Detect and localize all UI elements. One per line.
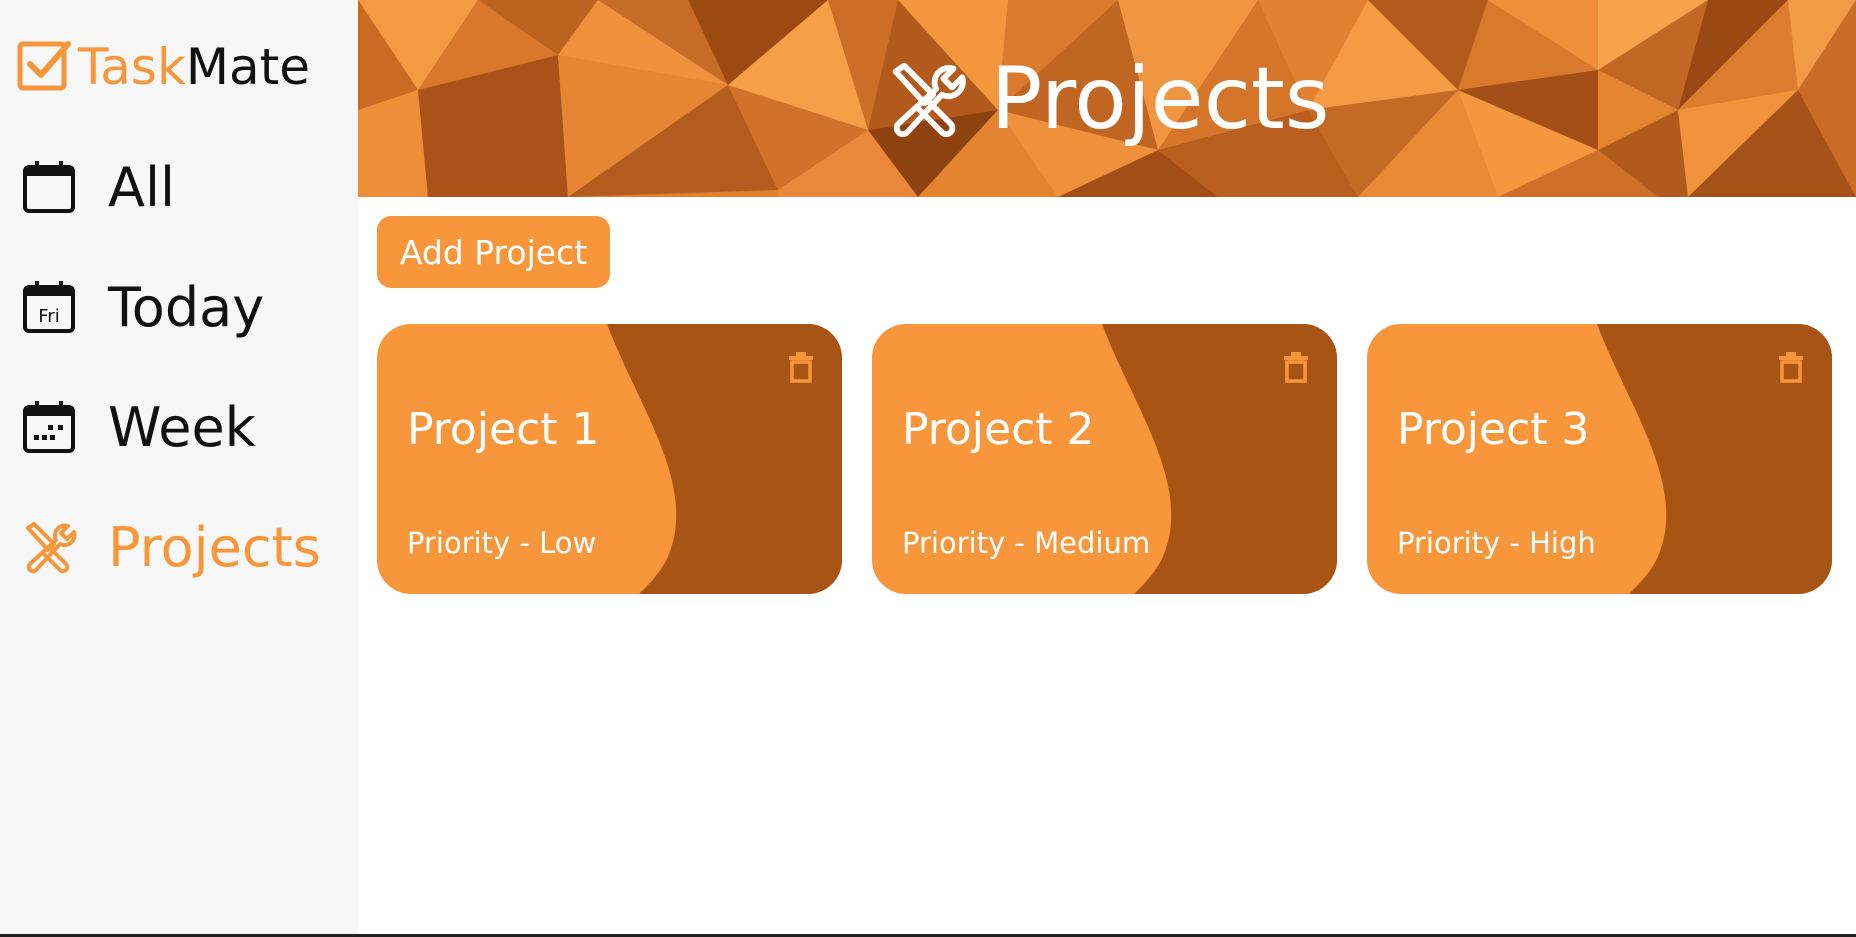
project-card[interactable]: Project 3 Priority - High: [1367, 324, 1832, 594]
sidebar-item-label: Week: [108, 395, 256, 459]
calendar-week-icon: [20, 398, 78, 456]
page-title-text: Projects: [990, 48, 1330, 149]
sidebar-item-label: All: [108, 155, 175, 219]
trash-icon[interactable]: [1281, 350, 1311, 384]
project-card[interactable]: Project 1 Priority - Low: [377, 324, 842, 594]
project-priority: Priority - Medium: [902, 526, 1151, 560]
sidebar-item-projects[interactable]: Projects: [20, 512, 350, 582]
project-title: Project 1: [407, 404, 600, 455]
trash-icon[interactable]: [1776, 350, 1806, 384]
project-priority: Priority - Low: [407, 526, 597, 560]
sidebar-item-label: Projects: [108, 515, 321, 579]
tools-icon: [893, 62, 967, 137]
project-title: Project 3: [1397, 404, 1590, 455]
project-card[interactable]: Project 2 Priority - Medium: [872, 324, 1337, 594]
sidebar: TaskMate All Fri Today Week Projects: [0, 0, 358, 937]
calendar-day-icon: Fri: [20, 278, 78, 336]
sidebar-item-today[interactable]: Fri Today: [20, 272, 350, 342]
project-priority: Priority - High: [1397, 526, 1596, 560]
trash-icon[interactable]: [786, 350, 816, 384]
page-header-banner: Projects: [358, 0, 1856, 197]
calendar-icon: [20, 158, 78, 216]
app-logo[interactable]: TaskMate: [16, 38, 310, 96]
project-title: Project 2: [902, 404, 1095, 455]
tools-icon: [20, 518, 78, 576]
calendar-day-text: Fri: [38, 306, 59, 327]
checkbox-logo-icon: [17, 41, 71, 91]
sidebar-item-label: Today: [108, 275, 265, 339]
sidebar-item-all[interactable]: All: [20, 152, 350, 222]
add-project-button[interactable]: Add Project: [377, 216, 610, 288]
page-title: Projects: [358, 0, 1856, 197]
sidebar-item-week[interactable]: Week: [20, 392, 350, 462]
app-name: TaskMate: [78, 38, 311, 96]
